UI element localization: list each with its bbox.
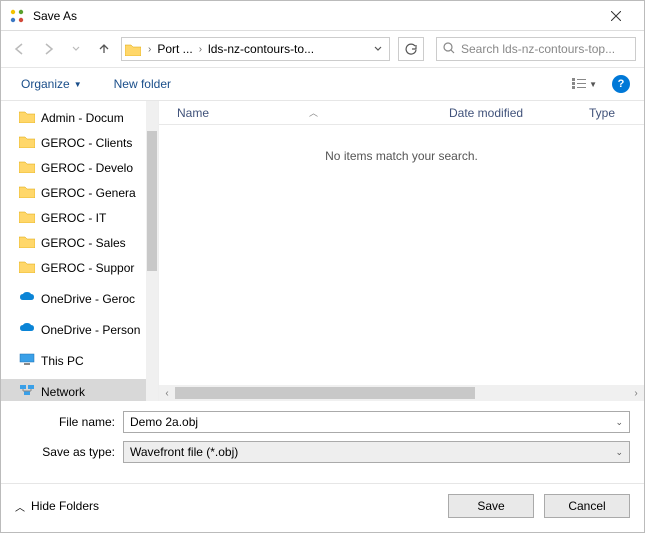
pc-icon [19,353,35,368]
footer: ︿ Hide Folders Save Cancel [1,483,644,532]
back-button[interactable] [9,38,31,60]
tree-item-label: GEROC - IT [41,211,106,225]
chevron-down-icon [374,45,382,53]
tree-item-label: Network [41,385,85,399]
chevron-down-icon[interactable]: ⌄ [615,447,623,458]
search-icon [443,42,455,57]
folder-icon [19,160,35,176]
scrollbar-thumb[interactable] [147,131,157,271]
folder-icon [19,135,35,151]
filename-input[interactable]: Demo 2a.obj ⌄ [123,411,630,433]
tree-item[interactable]: GEROC - Suppor [1,255,158,280]
col-date-header[interactable]: Date modified [449,106,589,120]
tree-item[interactable]: OneDrive - Geroc [1,286,158,311]
tree-item-label: GEROC - Suppor [41,261,134,275]
tree-scrollbar[interactable] [146,101,158,401]
folder-icon [19,260,35,276]
list-header: Name︿ Date modified Type [159,101,644,125]
filename-label: File name: [15,415,123,429]
titlebar: Save As [1,1,644,31]
list-hscrollbar[interactable]: ‹ › [159,385,644,401]
sort-indicator-icon: ︿ [309,106,318,119]
breadcrumb-sep: › [195,44,206,55]
chevron-down-icon [72,45,80,53]
col-name-header[interactable]: Name︿ [159,106,449,120]
tree-item-label: GEROC - Clients [41,136,132,150]
tree-item[interactable]: This PC [1,348,158,373]
onedrive-icon [19,291,35,306]
view-list-icon [572,78,586,90]
hide-folders-button[interactable]: ︿ Hide Folders [15,499,99,514]
tree-item[interactable]: Admin - Docum [1,105,158,130]
tree-item-label: GEROC - Sales [41,236,126,250]
refresh-icon [405,43,418,56]
save-form: File name: Demo 2a.obj ⌄ Save as type: W… [1,401,644,477]
list-body: No items match your search. [159,125,644,385]
tree-item[interactable]: GEROC - Develo [1,155,158,180]
scrollbar-thumb[interactable] [175,387,475,399]
tree-item[interactable]: GEROC - Sales [1,230,158,255]
tree-item[interactable]: Network [1,379,158,401]
save-type-label: Save as type: [15,445,123,459]
chevron-up-icon: ︿ [15,499,25,514]
tree-item-label: GEROC - Develo [41,161,133,175]
arrow-up-icon [97,42,111,56]
caret-down-icon: ▼ [589,80,597,89]
scroll-left-icon[interactable]: ‹ [159,388,175,399]
app-icon [9,8,25,24]
window-title: Save As [33,9,596,23]
refresh-button[interactable] [398,37,424,61]
tree-item-label: OneDrive - Geroc [41,292,135,306]
forward-button[interactable] [37,38,59,60]
breadcrumb-dropdown[interactable] [369,42,387,56]
save-as-dialog: Save As › Port ... › lds-nz-contours-to.… [0,0,645,533]
folder-icon [19,210,35,226]
tree-item-label: GEROC - Genera [41,186,136,200]
scroll-right-icon[interactable]: › [628,388,644,399]
tree-item[interactable]: GEROC - Clients [1,130,158,155]
tree-item[interactable]: GEROC - Genera [1,180,158,205]
body: Admin - Docum GEROC - Clients GEROC - Deve… [1,101,644,401]
arrow-left-icon [13,42,27,56]
network-icon [19,384,35,399]
toolbar: Organize▼ New folder ▼ ? [1,67,644,101]
chevron-down-icon[interactable]: ⌄ [615,417,623,428]
save-button[interactable]: Save [448,494,534,518]
empty-message: No items match your search. [325,149,478,163]
folder-icon [19,185,35,201]
help-button[interactable]: ? [612,75,630,93]
arrow-right-icon [41,42,55,56]
tree-item[interactable]: OneDrive - Person [1,317,158,342]
col-type-header[interactable]: Type [589,106,644,120]
breadcrumb-sep: › [144,44,155,55]
nav-tree[interactable]: Admin - Docum GEROC - Clients GEROC - Deve… [1,101,159,401]
breadcrumb-seg-1[interactable]: Port ... [155,42,194,56]
recent-dropdown[interactable] [65,38,87,60]
breadcrumb[interactable]: › Port ... › lds-nz-contours-to... [121,37,390,61]
close-button[interactable] [596,8,636,24]
caret-down-icon: ▼ [74,80,82,89]
tree-item[interactable]: GEROC - IT [1,205,158,230]
onedrive-icon [19,322,35,337]
new-folder-button[interactable]: New folder [108,73,177,95]
search-placeholder: Search lds-nz-contours-top... [461,42,629,56]
file-list: Name︿ Date modified Type No items match … [159,101,644,401]
cancel-button[interactable]: Cancel [544,494,630,518]
save-type-select[interactable]: Wavefront file (*.obj) ⌄ [123,441,630,463]
organize-button[interactable]: Organize▼ [15,73,88,95]
folder-icon [124,40,142,58]
tree-item-label: This PC [41,354,84,368]
folder-icon [19,235,35,251]
tree-item-label: Admin - Docum [41,111,124,125]
view-options-button[interactable]: ▼ [567,75,602,93]
tree-item-label: OneDrive - Person [41,323,140,337]
nav-row: › Port ... › lds-nz-contours-to... Searc… [1,31,644,67]
folder-icon [19,110,35,126]
breadcrumb-seg-2[interactable]: lds-nz-contours-to... [206,42,316,56]
close-icon [611,11,621,21]
up-button[interactable] [93,38,115,60]
search-input[interactable]: Search lds-nz-contours-top... [436,37,636,61]
